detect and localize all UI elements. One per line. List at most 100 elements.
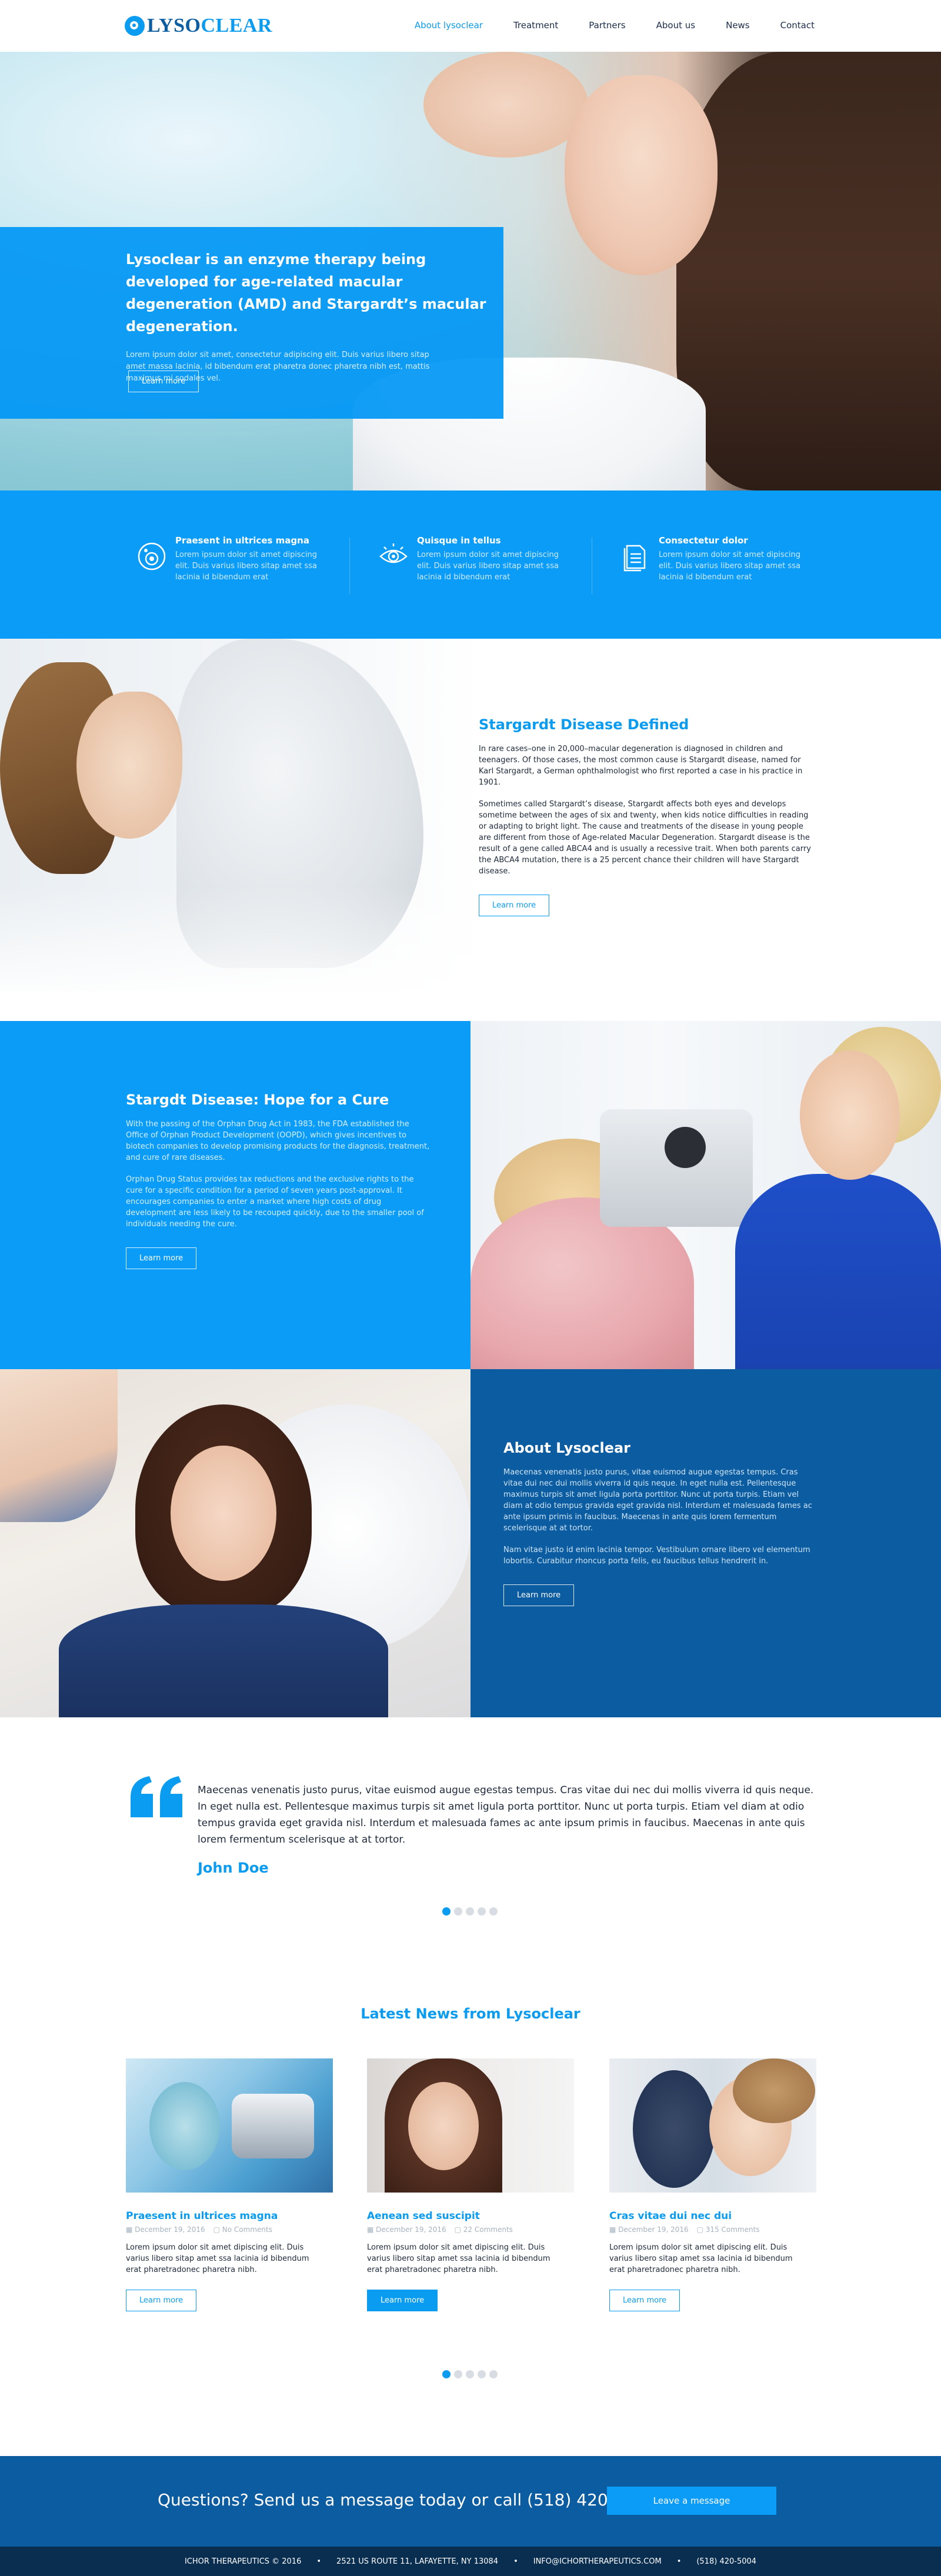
news-card-title[interactable]: Cras vitae dui nec dui [609, 2210, 732, 2222]
testimonial-pagination [442, 1907, 498, 1916]
pagination-dot[interactable] [454, 1907, 462, 1916]
footer-phone-link[interactable]: (518) 420-5004 [696, 2557, 756, 2566]
logo-text-clear: CLEAR [201, 15, 272, 36]
about-learn-more-button[interactable]: Learn more [503, 1584, 575, 1606]
testimonial-section: Maecenas venenatis justo purus, vitae eu… [0, 1717, 941, 1966]
logo[interactable]: LYSOCLEAR [125, 15, 272, 36]
news-card: Cras vitae dui nec dui ▦ December 19, 20… [609, 2058, 816, 2329]
calendar-icon: ▦ December 19, 2016 [609, 2225, 689, 2234]
news-learn-more-button[interactable]: Learn more [609, 2290, 680, 2311]
section-paragraph: In rare cases–one in 20,000–macular dege… [479, 745, 803, 787]
feature-title: Quisque in tellus [417, 535, 501, 546]
news-card-title[interactable]: Praesent in ultrices magna [126, 2210, 278, 2222]
news-card-comments[interactable]: 22 Comments [463, 2225, 513, 2234]
news-image-eye-exam[interactable] [609, 2058, 816, 2193]
news-image-surgery[interactable] [126, 2058, 333, 2193]
hope-learn-more-button[interactable]: Learn more [126, 1247, 197, 1269]
pagination-dot[interactable] [454, 2370, 462, 2378]
calendar-icon: ▦ December 19, 2016 [126, 2225, 205, 2234]
footer-address: 2521 US ROUTE 11, LAFAYETTE, NY 13084 [336, 2557, 499, 2566]
logo-text-lyso: LYSO [147, 15, 201, 36]
hero-title: Lysoclear is an enzyme therapy being dev… [126, 251, 486, 335]
section-paragraph: Sometimes called Stargardt’s disease, St… [479, 800, 811, 876]
eye-target-icon [138, 542, 166, 570]
site-footer: ICHOR THERAPEUTICS © 2016 • 2521 US ROUT… [0, 2547, 941, 2576]
news-card-date: December 19, 2016 [135, 2225, 205, 2234]
news-card-text: Lorem ipsum dolor sit amet dipiscing eli… [126, 2243, 309, 2274]
calendar-icon: ▦ December 19, 2016 [367, 2225, 446, 2234]
main-nav: About lysoclear Treatment Partners About… [384, 20, 815, 31]
hope-section: Stargdt Disease: Hope for a Cure With th… [0, 1021, 941, 1369]
hero-woman-image [565, 75, 718, 275]
section-paragraph: Orphan Drug Status provides tax reductio… [126, 1175, 424, 1229]
feature-item: Quisque in tellus Lorem ipsum dolor sit … [368, 535, 609, 594]
news-card-comments[interactable]: No Comments [222, 2225, 272, 2234]
feature-text: Lorem ipsum dolor sit amet dipiscing eli… [659, 550, 800, 582]
pagination-dot[interactable] [442, 2370, 451, 2378]
news-card-date: December 19, 2016 [376, 2225, 446, 2234]
pagination-dot[interactable] [489, 2370, 498, 2378]
pagination-dot[interactable] [478, 1907, 486, 1916]
news-card-comments[interactable]: 315 Comments [706, 2225, 760, 2234]
section-paragraph: Maecenas venenatis justo purus, vitae eu… [503, 1468, 812, 1533]
news-title: Latest News from Lysoclear [361, 2006, 580, 2022]
nav-news[interactable]: News [726, 20, 750, 31]
site-header: LYSOCLEAR About lysoclear Treatment Part… [0, 0, 941, 52]
news-pagination [442, 2370, 498, 2378]
cta-text: Questions? Send us a message today or ca… [158, 2490, 656, 2510]
nav-about-us[interactable]: About us [656, 20, 695, 31]
comment-icon: ▢ 22 Comments [454, 2225, 513, 2234]
news-learn-more-button[interactable]: Learn more [126, 2290, 197, 2311]
footer-separator: • [676, 2557, 682, 2566]
feature-divider [349, 538, 350, 594]
news-card-title[interactable]: Aenean sed suscipit [367, 2210, 480, 2222]
hero-learn-more-button[interactable]: Learn more [128, 371, 199, 392]
nav-contact[interactable]: Contact [780, 20, 815, 31]
eye-exam-image [0, 639, 482, 992]
hero-overlay-box: Lysoclear is an enzyme therapy being dev… [0, 227, 503, 419]
comment-icon: ▢ 315 Comments [696, 2225, 760, 2234]
pagination-dot[interactable] [466, 1907, 474, 1916]
pagination-dot[interactable] [478, 2370, 486, 2378]
pagination-dot[interactable] [442, 1907, 451, 1916]
feature-text: Lorem ipsum dolor sit amet dipiscing eli… [175, 550, 317, 582]
news-learn-more-button[interactable]: Learn more [367, 2290, 438, 2311]
cta-bar: Questions? Send us a message today or ca… [0, 2456, 941, 2547]
news-card-text: Lorem ipsum dolor sit amet dipiscing eli… [609, 2243, 793, 2274]
nav-partners[interactable]: Partners [589, 20, 625, 31]
footer-email-link[interactable]: INFO@ICHORTHERAPEUTICS.COM [533, 2557, 662, 2566]
feature-item: Consectetur dolor Lorem ipsum dolor sit … [609, 535, 850, 594]
section-paragraph: With the passing of the Orphan Drug Act … [126, 1120, 430, 1162]
section-paragraph: Nam vitae justo id enim lacinia tempor. … [503, 1546, 810, 1566]
hero-section: Lysoclear is an enzyme therapy being dev… [0, 52, 941, 490]
news-card: Aenean sed suscipit ▦ December 19, 2016 … [367, 2058, 574, 2329]
defined-learn-more-button[interactable]: Learn more [479, 895, 550, 916]
woman-portrait-image [0, 1369, 470, 1717]
eye-icon [379, 543, 408, 563]
news-image-woman[interactable] [367, 2058, 574, 2193]
leave-message-button[interactable]: Leave a message [607, 2487, 776, 2515]
news-card-date: December 19, 2016 [618, 2225, 689, 2234]
stargardt-defined-section: Stargardt Disease Defined In rare cases–… [0, 639, 941, 1021]
stargardt-defined-content: Stargardt Disease Defined In rare cases–… [479, 716, 814, 916]
pagination-dot[interactable] [489, 1907, 498, 1916]
nav-treatment[interactable]: Treatment [513, 20, 558, 31]
quote-icon [131, 1776, 182, 1817]
nav-about-lysoclear[interactable]: About lysoclear [415, 20, 483, 31]
doctor-exam-image [470, 1021, 941, 1369]
pagination-dot[interactable] [466, 2370, 474, 2378]
section-title: Stargdt Disease: Hope for a Cure [126, 1092, 389, 1108]
feature-title: Consectetur dolor [659, 535, 748, 546]
features-bar: Praesent in ultrices magna Lorem ipsum d… [0, 490, 941, 639]
news-card-text: Lorem ipsum dolor sit amet dipiscing eli… [367, 2243, 550, 2274]
footer-separator: • [316, 2557, 322, 2566]
news-section: Latest News from Lysoclear Praesent in u… [0, 1964, 941, 2456]
section-title: About Lysoclear [503, 1440, 630, 1456]
footer-separator: • [513, 2557, 518, 2566]
feature-text: Lorem ipsum dolor sit amet dipiscing eli… [417, 550, 559, 582]
section-title: Stargardt Disease Defined [479, 716, 689, 733]
testimonial-author: John Doe [198, 1860, 269, 1876]
comment-icon: ▢ No Comments [213, 2225, 272, 2234]
testimonial-text: Maecenas venenatis justo purus, vitae eu… [198, 1784, 814, 1846]
feature-item: Praesent in ultrices magna Lorem ipsum d… [126, 535, 367, 594]
